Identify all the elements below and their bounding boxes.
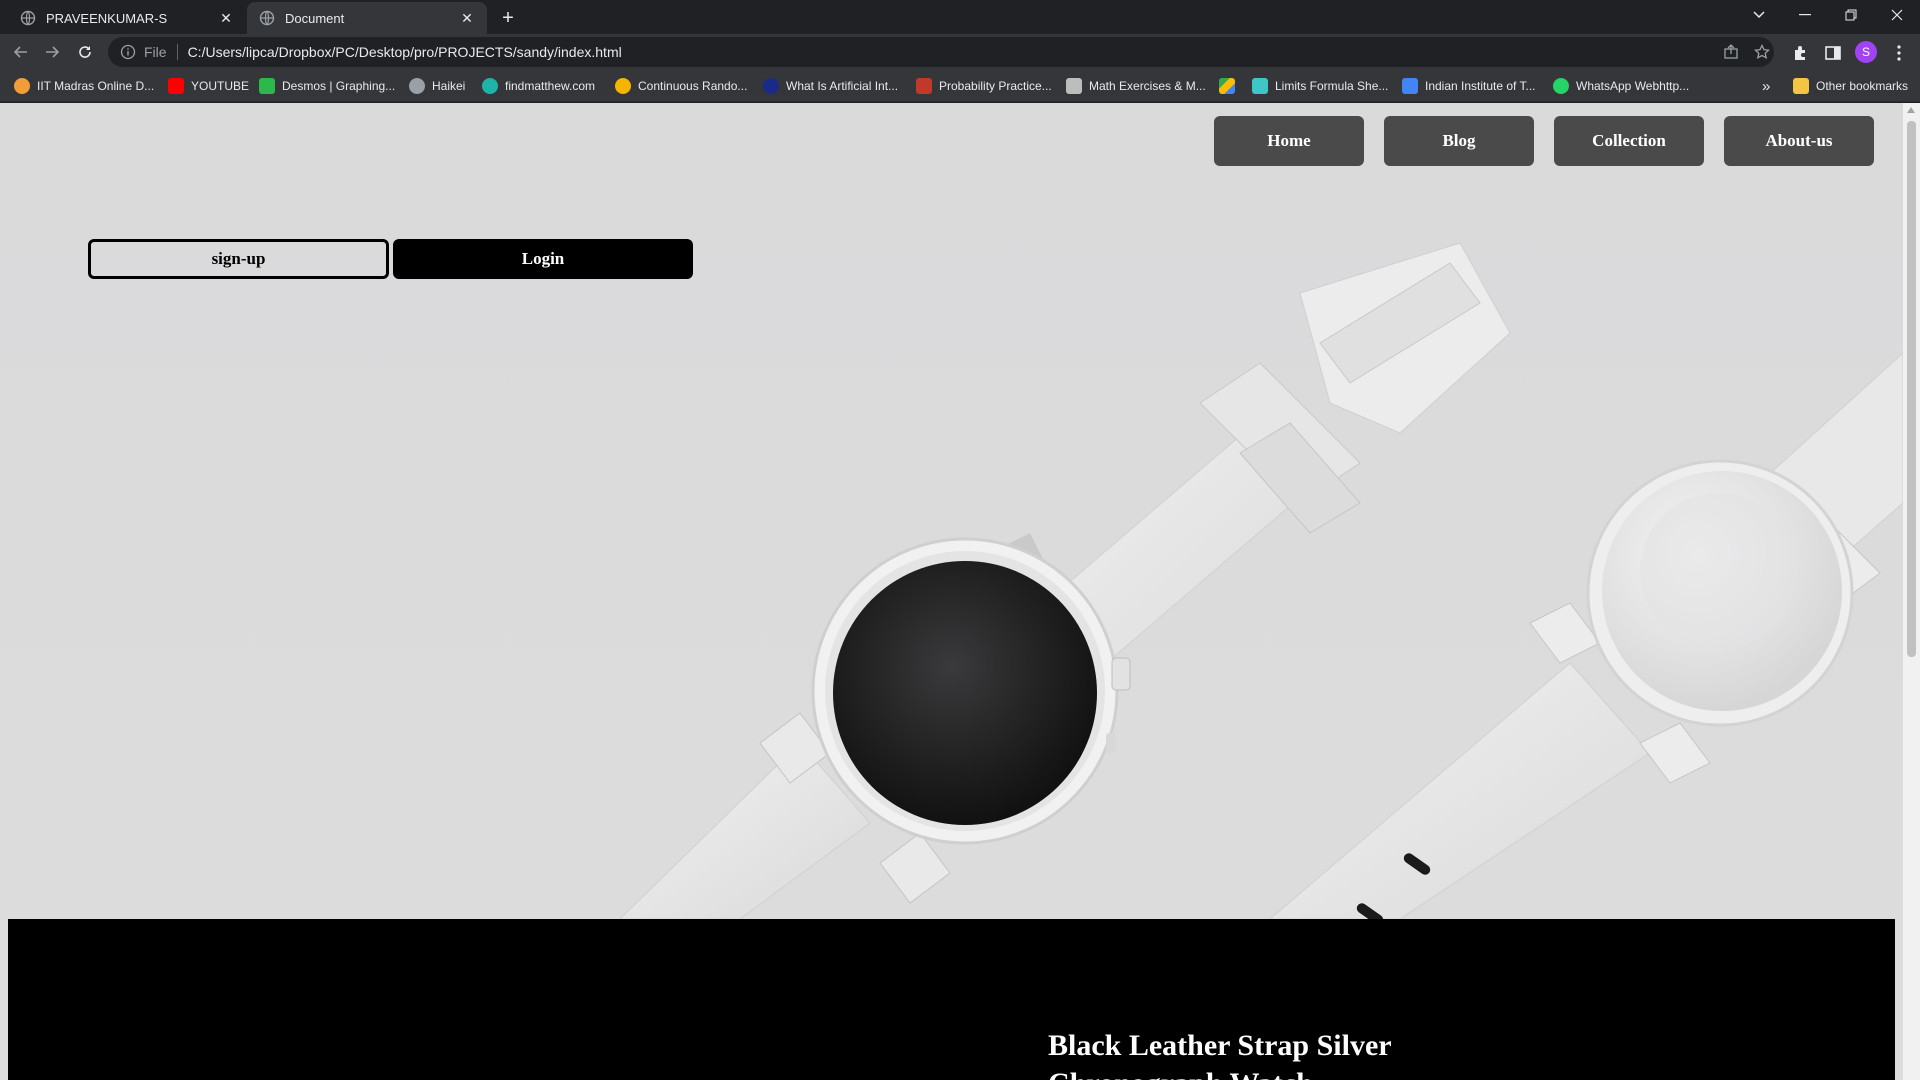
login-button[interactable]: Login bbox=[393, 239, 693, 279]
bookmark-youtube[interactable]: YOUTUBE bbox=[168, 77, 249, 95]
nav-about-us-button[interactable]: About-us bbox=[1724, 116, 1874, 166]
back-arrow-icon[interactable] bbox=[9, 40, 33, 64]
globe-icon bbox=[409, 78, 425, 94]
more-bookmarks-chevron-icon[interactable]: » bbox=[1762, 77, 1770, 95]
new-tab-button[interactable]: + bbox=[495, 6, 521, 30]
hero-section: Home Blog Collection About-us sign-up Lo… bbox=[0, 103, 1903, 919]
bookmark-artificial-intelligence[interactable]: What Is Artificial Int... bbox=[763, 77, 898, 95]
youtube-icon bbox=[168, 78, 184, 94]
browser-toolbar: File C:/Users/lipca/Dropbox/PC/Desktop/p… bbox=[0, 34, 1920, 70]
nav-home-button[interactable]: Home bbox=[1214, 116, 1364, 166]
bookmark-label: Probability Practice... bbox=[939, 79, 1052, 93]
bookmark-label: findmatthew.com bbox=[505, 79, 596, 93]
bookmark-label: Math Exercises & M... bbox=[1089, 79, 1206, 93]
main-nav: Home Blog Collection About-us bbox=[1214, 116, 1874, 166]
bookmark-iit-madras[interactable]: IIT Madras Online D... bbox=[14, 77, 154, 95]
divider bbox=[176, 44, 178, 60]
smartwatch-hero-image bbox=[619, 242, 1903, 919]
bookmark-favicon-icon bbox=[482, 78, 498, 94]
folder-icon bbox=[1793, 78, 1809, 94]
bookmark-label: IIT Madras Online D... bbox=[37, 79, 155, 93]
restore-icon[interactable] bbox=[1828, 0, 1874, 30]
scrollbar-thumb[interactable] bbox=[1907, 121, 1916, 657]
bookmark-favicon-icon bbox=[14, 78, 30, 94]
side-panel-icon[interactable] bbox=[1824, 44, 1842, 62]
bookmark-favicon-icon bbox=[763, 78, 779, 94]
tab-document[interactable]: Document ✕ bbox=[247, 2, 487, 34]
desmos-icon bbox=[259, 78, 275, 94]
bookmark-favicon-icon bbox=[1402, 78, 1418, 94]
bookmark-findmatthew[interactable]: findmatthew.com bbox=[482, 77, 595, 95]
bookmark-label: Haikei bbox=[432, 79, 466, 93]
scheme-label: File bbox=[144, 44, 167, 60]
auth-buttons: sign-up Login bbox=[88, 239, 693, 279]
tab-title: Document bbox=[285, 10, 345, 26]
reload-icon[interactable] bbox=[73, 40, 97, 64]
calculator-icon bbox=[1066, 78, 1082, 94]
forward-arrow-icon[interactable] bbox=[40, 40, 64, 64]
share-icon[interactable] bbox=[1723, 44, 1739, 60]
bookmark-math-exercises[interactable]: Math Exercises & M... bbox=[1066, 77, 1206, 95]
tab-search-icon[interactable] bbox=[1736, 0, 1782, 30]
tab-strip: PRAVEENKUMAR-S ✕ Document ✕ + bbox=[0, 0, 1920, 34]
menu-dots-icon[interactable] bbox=[1890, 44, 1908, 62]
minimize-icon[interactable] bbox=[1782, 0, 1828, 30]
close-tab-icon[interactable]: ✕ bbox=[216, 8, 236, 28]
globe-icon bbox=[20, 10, 36, 26]
close-tab-icon[interactable]: ✕ bbox=[457, 8, 477, 28]
bookmark-label: What Is Artificial Int... bbox=[786, 79, 899, 93]
sign-up-button[interactable]: sign-up bbox=[88, 239, 389, 279]
address-bar[interactable]: File C:/Users/lipca/Dropbox/PC/Desktop/p… bbox=[108, 37, 1774, 67]
product-title: Black Leather Strap Silver Chronograph W… bbox=[1048, 1029, 1392, 1080]
bookmark-continuous-random[interactable]: Continuous Rando... bbox=[615, 77, 747, 95]
bookmark-google-drive[interactable] bbox=[1219, 77, 1242, 95]
tab-praveenkumar[interactable]: PRAVEENKUMAR-S ✕ bbox=[0, 2, 246, 34]
bookmark-label: Limits Formula She... bbox=[1275, 79, 1389, 93]
bookmark-label: Other bookmarks bbox=[1816, 79, 1909, 93]
url-text[interactable]: C:/Users/lipca/Dropbox/PC/Desktop/pro/PR… bbox=[188, 44, 622, 60]
bookmark-favicon-icon bbox=[615, 78, 631, 94]
page-scrollbar[interactable] bbox=[1903, 103, 1920, 1080]
bookmark-desmos[interactable]: Desmos | Graphing... bbox=[259, 77, 395, 95]
bookmark-label: Desmos | Graphing... bbox=[282, 79, 396, 93]
bookmarks-bar: IIT Madras Online D... YOUTUBE Desmos | … bbox=[0, 70, 1920, 102]
scroll-up-arrow-icon[interactable] bbox=[1907, 107, 1915, 113]
info-icon[interactable] bbox=[120, 44, 136, 60]
nav-collection-button[interactable]: Collection bbox=[1554, 116, 1704, 166]
close-window-icon[interactable] bbox=[1874, 0, 1920, 30]
other-bookmarks-folder[interactable]: Other bookmarks bbox=[1793, 77, 1908, 95]
profile-avatar[interactable]: S bbox=[1855, 41, 1877, 63]
nav-blog-button[interactable]: Blog bbox=[1384, 116, 1534, 166]
bookmark-label: WhatsApp Webhttp... bbox=[1576, 79, 1690, 93]
bookmark-whatsapp[interactable]: WhatsApp Webhttp... bbox=[1553, 77, 1689, 95]
page-viewport: Home Blog Collection About-us sign-up Lo… bbox=[0, 103, 1920, 1080]
product-section: Black Leather Strap Silver Chronograph W… bbox=[8, 919, 1895, 1080]
bookmark-favicon-icon bbox=[916, 78, 932, 94]
bookmark-favicon-icon bbox=[1252, 78, 1268, 94]
extensions-icon[interactable] bbox=[1792, 44, 1810, 62]
star-icon[interactable] bbox=[1754, 44, 1770, 60]
whatsapp-icon bbox=[1553, 78, 1569, 94]
tab-title: PRAVEENKUMAR-S bbox=[46, 10, 168, 26]
bookmark-indian-institute[interactable]: Indian Institute of T... bbox=[1402, 77, 1536, 95]
globe-icon bbox=[259, 10, 275, 26]
bookmark-label: Indian Institute of T... bbox=[1425, 79, 1536, 93]
bookmark-label: Continuous Rando... bbox=[638, 79, 748, 93]
bookmark-label: YOUTUBE bbox=[191, 79, 250, 93]
google-drive-icon bbox=[1219, 78, 1235, 94]
bookmark-haikei[interactable]: Haikei bbox=[409, 77, 465, 95]
bookmark-probability-practice[interactable]: Probability Practice... bbox=[916, 77, 1052, 95]
bookmark-limits-formula[interactable]: Limits Formula She... bbox=[1252, 77, 1388, 95]
